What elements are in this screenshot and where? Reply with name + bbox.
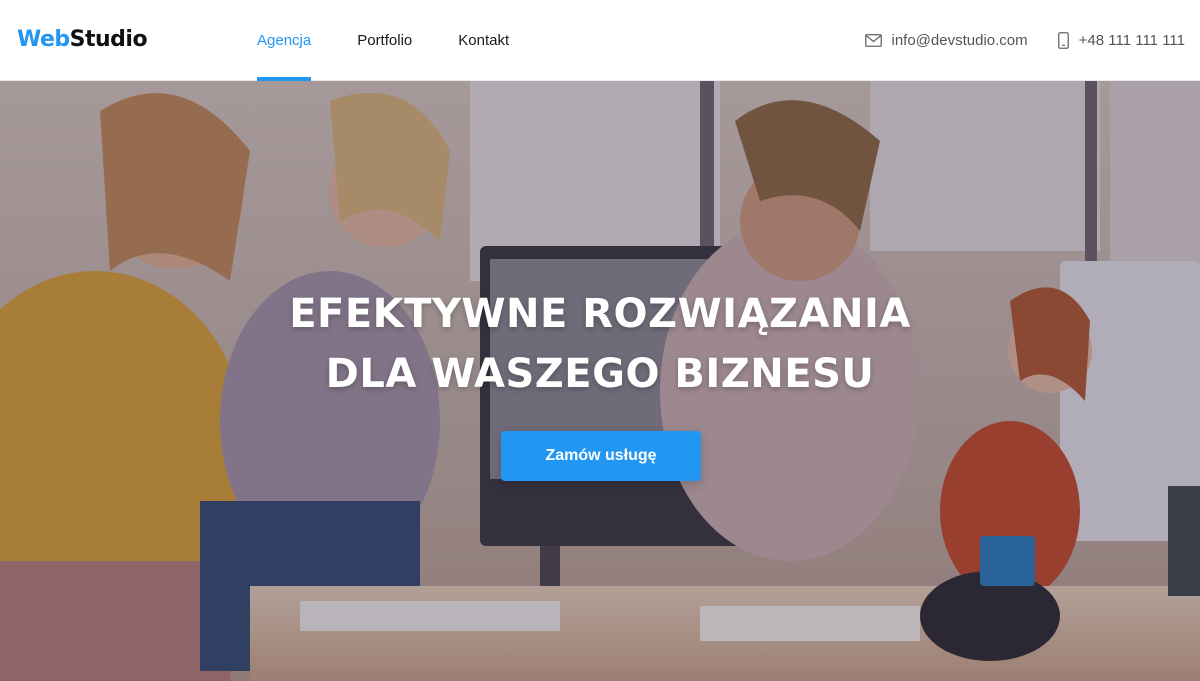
email-text: info@devstudio.com <box>891 32 1028 49</box>
email-link[interactable]: info@devstudio.com <box>864 32 1028 49</box>
hero-title-line-2: DLA WASZEGO BIZNESU <box>325 351 875 397</box>
hero-title: EFEKTYWNE ROZWIĄZANIA DLA WASZEGO BIZNES… <box>0 284 1200 404</box>
logo[interactable]: WebStudio <box>17 25 148 55</box>
hero-title-line-1: EFEKTYWNE ROZWIĄZANIA <box>289 291 911 337</box>
nav-item-portfolio[interactable]: Portfolio <box>357 0 412 81</box>
main-nav: Agencja Portfolio Kontakt <box>257 0 555 81</box>
hero-section: EFEKTYWNE ROZWIĄZANIA DLA WASZEGO BIZNES… <box>0 81 1200 681</box>
phone-link[interactable]: +48 111 111 111 <box>1057 32 1185 49</box>
envelope-icon <box>864 34 882 47</box>
logo-rest-text: Studio <box>69 27 148 52</box>
nav-item-kontakt[interactable]: Kontakt <box>458 0 509 81</box>
order-service-button[interactable]: Zamów usługę <box>501 431 701 481</box>
nav-item-agencja[interactable]: Agencja <box>257 0 312 81</box>
header-contacts: info@devstudio.com +48 111 111 111 <box>864 0 1185 81</box>
site-header: WebStudio Agencja Portfolio Kontakt info… <box>0 0 1200 81</box>
phone-text: +48 111 111 111 <box>1078 32 1185 49</box>
phone-icon <box>1057 32 1069 49</box>
logo-accent-text: Web <box>17 27 70 52</box>
